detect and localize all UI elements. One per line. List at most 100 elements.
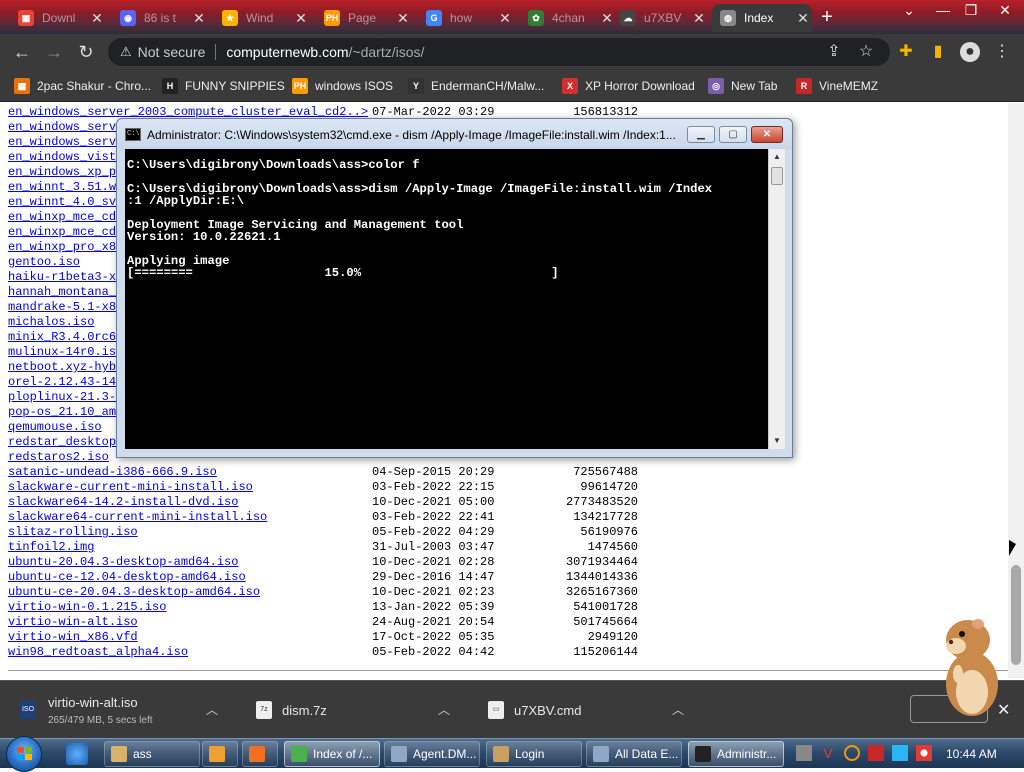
taskbar-item[interactable]: Index of /...	[284, 741, 380, 767]
file-link[interactable]: michalos.iso	[8, 315, 94, 329]
file-link[interactable]: en_winxp_mce_cd	[8, 225, 116, 239]
tab-close-icon[interactable]: ✕	[190, 10, 208, 27]
file-link[interactable]: qemumouse.iso	[8, 420, 102, 434]
file-link[interactable]: mandrake-5.1-x8	[8, 300, 116, 314]
file-link[interactable]: en_winxp_mce_cd	[8, 210, 116, 224]
taskbar-item[interactable]: Login	[486, 741, 582, 767]
bookmark-star-icon[interactable]: ☆	[856, 42, 876, 62]
browser-tab[interactable]: ☁ u7XBV ✕	[612, 4, 708, 32]
taskbar-item[interactable]: Administr...	[688, 741, 784, 767]
file-link[interactable]: slackware-current-mini-install.iso	[8, 480, 253, 494]
internet-explorer-icon[interactable]	[66, 743, 88, 765]
file-link[interactable]: ubuntu-20.04.3-desktop-amd64.iso	[8, 555, 238, 569]
file-link[interactable]: gentoo.iso	[8, 255, 80, 269]
taskbar-item[interactable]: All Data E...	[586, 741, 682, 767]
side-panel-icon[interactable]: ▮	[928, 42, 948, 62]
console-scrollbar[interactable]: ▲ ▼	[768, 149, 785, 449]
file-link[interactable]: win98_redtoast_alpha4.iso	[8, 645, 188, 659]
file-link[interactable]: ploplinux-21.3-	[8, 390, 116, 404]
file-link[interactable]: virtio-win-0.1.215.iso	[8, 600, 166, 614]
tray-record-icon[interactable]	[916, 745, 932, 761]
taskbar-item[interactable]	[202, 741, 238, 767]
cmd-maximize-button[interactable]: ▢	[719, 126, 747, 143]
tab-close-icon[interactable]: ✕	[88, 10, 106, 27]
browser-tab[interactable]: PH Page ✕	[316, 4, 412, 32]
menu-icon[interactable]: ⋮	[992, 42, 1012, 62]
file-link[interactable]: slitaz-rolling.iso	[8, 525, 138, 539]
file-link[interactable]: ubuntu-ce-20.04.3-desktop-amd64.iso	[8, 585, 260, 599]
file-link[interactable]: orel-2.12.43-14	[8, 375, 116, 389]
bookmark-item[interactable]: R VineMEMZ	[796, 77, 878, 95]
browser-tab[interactable]: ◍ Index ✕	[712, 4, 812, 32]
new-tab-button[interactable]: +	[816, 6, 838, 28]
browser-tab[interactable]: Ghow ✕	[418, 4, 514, 32]
tab-close-icon[interactable]: ✕	[394, 10, 412, 27]
browser-tab[interactable]: ▦ Downl ✕	[10, 4, 106, 32]
file-link[interactable]: virtio-win_x86.vfd	[8, 630, 138, 644]
scroll-up-arrow-icon[interactable]: ▲	[769, 149, 785, 165]
file-link[interactable]: en_windows_server_2003_compute_cluster_e…	[8, 105, 368, 119]
restore-button[interactable]: ❐	[956, 0, 986, 20]
address-bar[interactable]: ⚠ Not secure computernewb.com/~dartz/iso…	[108, 38, 890, 66]
console-scroll-thumb[interactable]	[771, 167, 783, 185]
download-item[interactable]: 7z dism.7z ︿	[250, 681, 460, 739]
file-link[interactable]: en_winnt_3.51.w	[8, 180, 116, 194]
share-icon[interactable]: ⇪	[824, 42, 844, 62]
tray-flag-icon[interactable]	[868, 745, 884, 761]
bookmark-item[interactable]: PH windows ISOS	[292, 77, 393, 95]
bookmark-item[interactable]: ▩ 2pac Shakur - Chro...	[14, 77, 151, 95]
file-link[interactable]: en_windows_xp_p	[8, 165, 116, 179]
file-link[interactable]: hannah_montana_	[8, 285, 116, 299]
back-icon[interactable]: ←	[10, 40, 34, 64]
close-window-button[interactable]: ✕	[990, 0, 1020, 20]
file-link[interactable]: minix_R3.4.0rc6	[8, 330, 116, 344]
extensions-icon[interactable]: ✚	[896, 42, 916, 62]
tray-v-icon[interactable]: V	[820, 745, 836, 761]
file-link[interactable]: netboot.xyz-hyb	[8, 360, 116, 374]
file-link[interactable]: en_winxp_pro_x8	[8, 240, 116, 254]
cmd-close-button[interactable]: ✕	[751, 126, 783, 143]
taskbar-item[interactable]	[242, 741, 278, 767]
reload-icon[interactable]: ↻	[74, 40, 98, 64]
minimize-button[interactable]: —	[928, 0, 958, 20]
file-link[interactable]: satanic-undead-i386-666.9.iso	[8, 465, 217, 479]
tab-close-icon[interactable]: ✕	[690, 10, 708, 27]
file-link[interactable]: slackware64-current-mini-install.iso	[8, 510, 267, 524]
chevron-up-icon[interactable]: ︿	[206, 701, 218, 718]
tab-close-icon[interactable]: ✕	[496, 10, 514, 27]
browser-tab[interactable]: ◉ 86 is t ✕	[112, 4, 208, 32]
file-link[interactable]: redstar_desktop	[8, 435, 116, 449]
file-link[interactable]: virtio-win-alt.iso	[8, 615, 138, 629]
bookmark-item[interactable]: H FUNNY SNIPPIES	[162, 77, 285, 95]
taskbar-item[interactable]: ass	[104, 741, 200, 767]
browser-tab[interactable]: ✿ 4chan ✕	[520, 4, 616, 32]
download-item[interactable]: ISO virtio-win-alt.iso 265/479 MB, 5 sec…	[14, 681, 234, 739]
file-link[interactable]: mulinux-14r0.is	[8, 345, 116, 359]
file-link[interactable]: en_windows_serv	[8, 135, 116, 149]
tray-app-icon[interactable]	[796, 745, 812, 761]
console-output[interactable]: C:\Users\digibrony\Downloads\ass>color f…	[125, 149, 768, 449]
file-link[interactable]: redstaros2.iso	[8, 450, 109, 464]
chevron-up-icon[interactable]: ︿	[672, 701, 684, 718]
file-link[interactable]: slackware64-14.2-install-dvd.iso	[8, 495, 238, 509]
browser-tab[interactable]: ★ Wind ✕	[214, 4, 310, 32]
file-link[interactable]: haiku-r1beta3-x	[8, 270, 116, 284]
file-link[interactable]: en_windows_vist	[8, 150, 116, 164]
profile-avatar[interactable]: ●	[960, 42, 980, 62]
taskbar-item[interactable]: Agent.DM...	[384, 741, 480, 767]
page-scrollbar[interactable]	[1008, 103, 1024, 678]
forward-icon[interactable]: →	[42, 40, 66, 64]
bookmark-item[interactable]: ◎ New Tab	[708, 77, 777, 95]
clock[interactable]: 10:44 AM	[946, 747, 997, 761]
download-item[interactable]: ▭ u7XBV.cmd ︿	[484, 681, 694, 739]
tray-search-icon[interactable]	[844, 745, 860, 761]
tab-close-icon[interactable]: ✕	[794, 10, 812, 27]
scrollbar-thumb[interactable]	[1011, 565, 1021, 665]
bookmark-item[interactable]: Y EndermanCH/Malw...	[408, 77, 544, 95]
scroll-down-arrow-icon[interactable]: ▼	[769, 433, 785, 449]
url-text[interactable]: computernewb.com/~dartz/isos/	[226, 44, 424, 60]
bookmark-item[interactable]: X XP Horror Download	[562, 77, 695, 95]
file-link[interactable]: en_windows_serv	[8, 120, 116, 134]
cmd-minimize-button[interactable]: ▁	[687, 126, 715, 143]
file-link[interactable]: ubuntu-ce-12.04-desktop-amd64.iso	[8, 570, 246, 584]
